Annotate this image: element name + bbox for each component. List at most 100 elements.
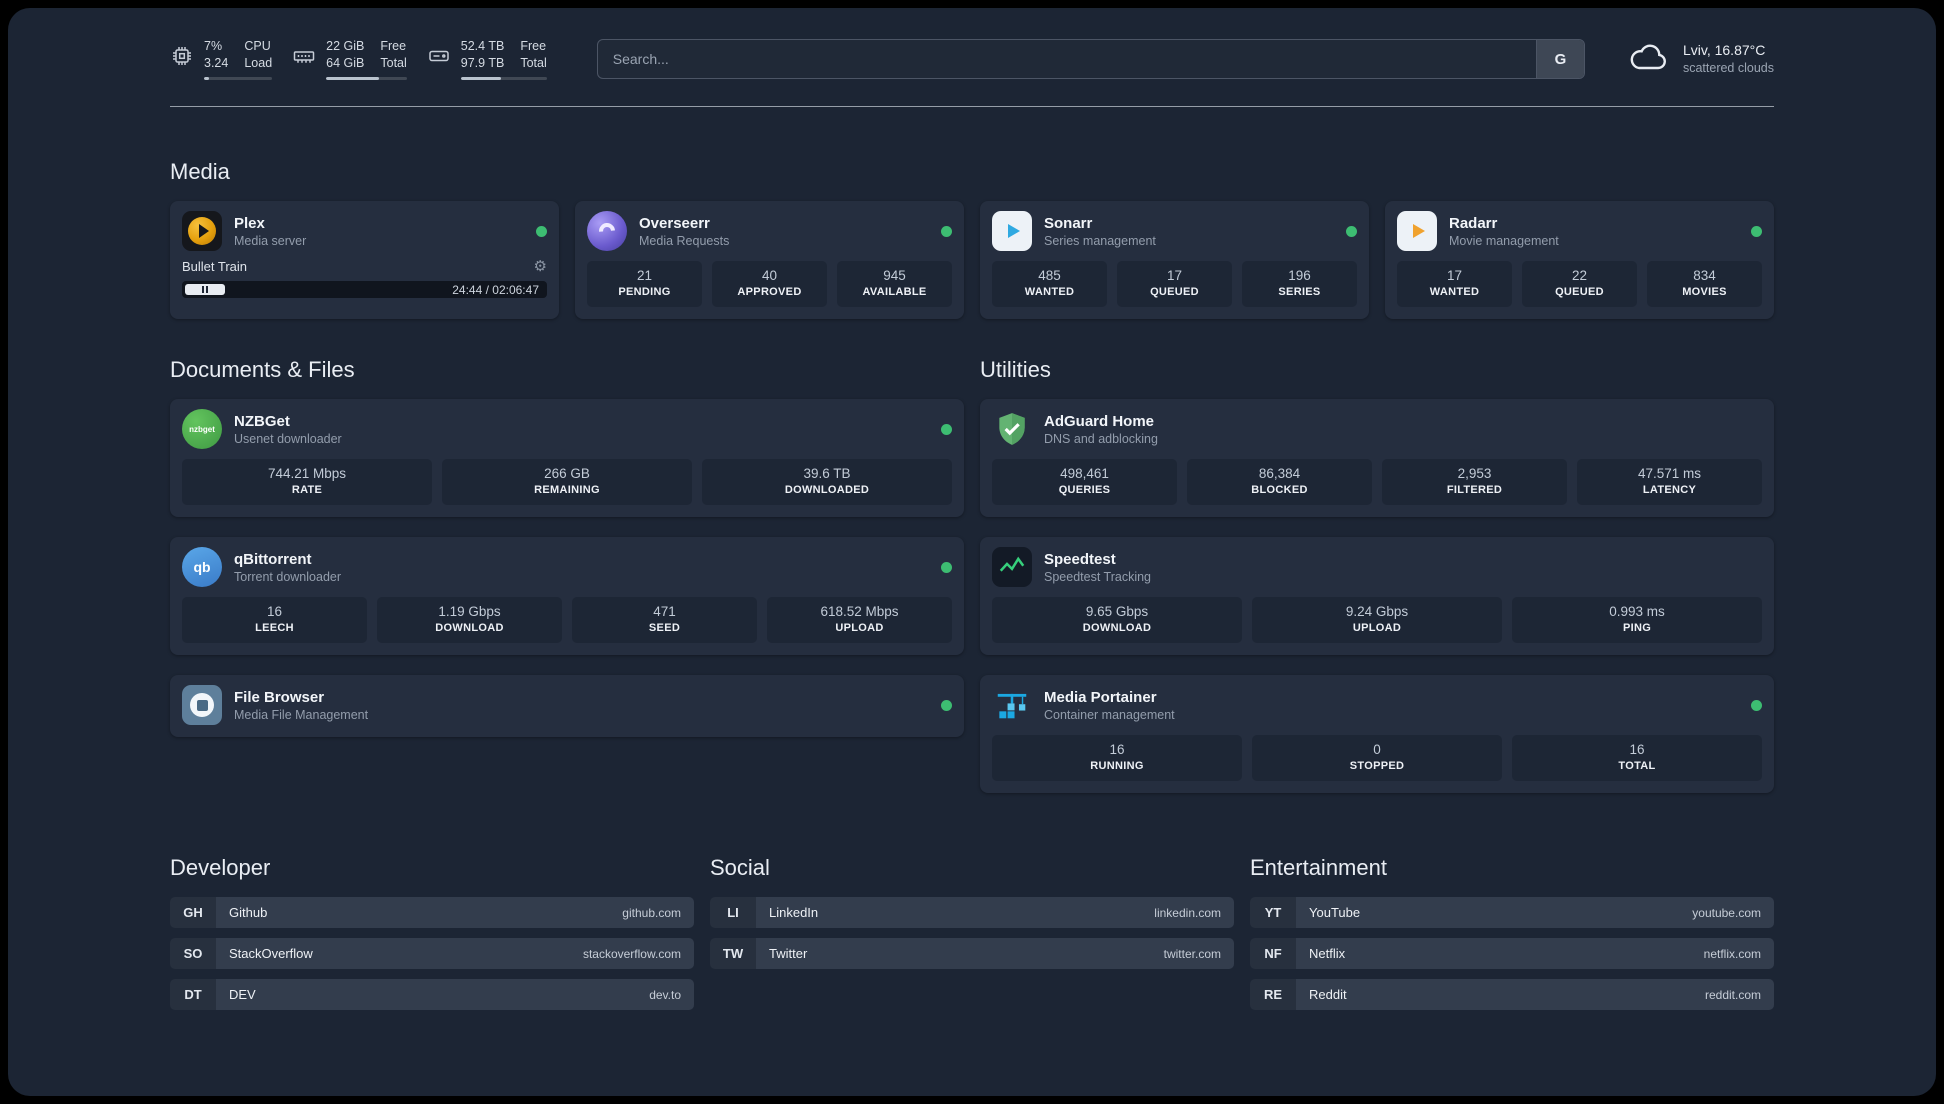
service-description: Media File Management (234, 707, 369, 722)
bookmark-netflix[interactable]: NF Netflix netflix.com (1250, 938, 1774, 969)
bookmark-group-entertainment: Entertainment YT YouTube youtube.com NF … (1250, 855, 1774, 1020)
stat-label: WANTED (1024, 286, 1075, 298)
stat-label: SERIES (1278, 286, 1321, 298)
stat-label: UPLOAD (1352, 622, 1402, 634)
disk-usage-bar (460, 77, 547, 80)
stat-tile: 16 RUNNING (992, 735, 1242, 781)
stat-label: FILTERED (1446, 484, 1503, 496)
gear-icon[interactable]: ⚙ (534, 259, 547, 274)
service-name: AdGuard Home (1044, 412, 1155, 430)
stat-label: BLOCKED (1251, 484, 1308, 496)
cpu-icon (170, 44, 194, 68)
weather-condition: scattered clouds (1682, 61, 1774, 75)
bookmark-abbr: YT (1250, 897, 1296, 928)
stat-value: 485 (1038, 268, 1061, 283)
stat-value: 21 (636, 268, 653, 283)
stat-tile: 1.19 Gbps DOWNLOAD (377, 597, 562, 643)
search-input[interactable] (597, 40, 1536, 78)
bookmark-youtube[interactable]: YT YouTube youtube.com (1250, 897, 1774, 928)
qbittorrent-icon: qb (182, 547, 222, 587)
service-description: Movie management (1449, 233, 1559, 248)
stat-tile: 485 WANTED (992, 261, 1107, 307)
stat-value: 0.993 ms (1609, 604, 1665, 619)
stat-value: 498,461 (1060, 466, 1109, 481)
stat-tile: 196 SERIES (1242, 261, 1357, 307)
service-name: Speedtest (1044, 550, 1116, 568)
stat-tile: 834 MOVIES (1647, 261, 1762, 307)
service-link-plex[interactable]: Plex Media server (182, 211, 547, 251)
memory-total-value: 64 GiB (326, 56, 365, 70)
bookmark-linkedin[interactable]: LI LinkedIn linkedin.com (710, 897, 1234, 928)
section-title-media: Media (170, 159, 230, 184)
service-description: DNS and adblocking (1044, 431, 1158, 446)
service-card-qbittorrent: qb qBittorrent Torrent downloader 16 LEE… (170, 537, 964, 655)
service-link-portainer[interactable]: Media Portainer Container management (992, 685, 1762, 725)
stat-value: 744.21 Mbps (267, 466, 347, 481)
bookmark-reddit[interactable]: RE Reddit reddit.com (1250, 979, 1774, 1010)
disk-total-value: 97.9 TB (460, 56, 505, 70)
service-name: Sonarr (1044, 214, 1093, 232)
service-name: qBittorrent (234, 550, 312, 568)
status-dot (536, 225, 547, 237)
bookmark-name: Github (229, 905, 268, 920)
now-playing-title: Bullet Train (182, 259, 248, 274)
bookmark-abbr: RE (1250, 979, 1296, 1010)
cpu-label: CPU (244, 39, 271, 53)
stat-label: QUEUED (1150, 286, 1199, 298)
stat-label: LATENCY (1642, 484, 1697, 496)
stat-label: TOTAL (1618, 760, 1656, 772)
dashboard-panel: 7% 3.24 CPU Load 22 GiB 64 GiB Free Tota… (8, 8, 1936, 1096)
top-divider (170, 106, 1774, 107)
bookmark-github[interactable]: GH Github github.com (170, 897, 694, 928)
service-description: Media Requests (639, 233, 730, 248)
stat-label: REMAINING (534, 484, 600, 496)
playback-progress-bar[interactable]: 24:44 / 02:06:47 (182, 281, 547, 298)
stat-label: APPROVED (737, 286, 802, 298)
section-documents: Documents & Files nzbget NZBGet Usenet d… (170, 357, 964, 737)
status-dot (941, 225, 952, 237)
stat-value: 618.52 Mbps (820, 604, 899, 619)
bookmark-url: linkedin.com (1154, 905, 1221, 920)
service-link-filebrowser[interactable]: File Browser Media File Management (182, 685, 952, 725)
service-link-qbittorrent[interactable]: qb qBittorrent Torrent downloader (182, 547, 952, 587)
service-link-radarr[interactable]: Radarr Movie management (1397, 211, 1762, 251)
bookmark-url: twitter.com (1163, 946, 1221, 961)
stat-value: 196 (1288, 268, 1311, 283)
status-dot (941, 423, 952, 435)
stat-value: 266 GB (544, 466, 590, 481)
bookmark-url: youtube.com (1692, 905, 1761, 920)
service-card-radarr: Radarr Movie management 17 WANTED 22 QUE… (1385, 201, 1774, 319)
bookmark-url: stackoverflow.com (582, 946, 681, 961)
search-provider-button[interactable]: G (1535, 40, 1584, 78)
status-dot (1346, 225, 1357, 237)
stat-label: WANTED (1429, 286, 1480, 298)
pause-button[interactable] (185, 284, 226, 295)
service-link-sonarr[interactable]: Sonarr Series management (992, 211, 1357, 251)
overseerr-icon (587, 211, 627, 251)
bookmark-dev[interactable]: DT DEV dev.to (170, 979, 694, 1010)
status-dot (1751, 699, 1762, 711)
bookmark-name: YouTube (1309, 905, 1361, 920)
memory-total-label: Total (380, 56, 407, 70)
service-link-speedtest[interactable]: Speedtest Speedtest Tracking (992, 547, 1762, 587)
stat-tile: 16 TOTAL (1512, 735, 1762, 781)
stat-tile: 86,384 BLOCKED (1187, 459, 1372, 505)
service-link-adguard[interactable]: AdGuard Home DNS and adblocking (992, 409, 1762, 449)
stat-tile: 471 SEED (572, 597, 757, 643)
bookmark-name: Netflix (1309, 946, 1346, 961)
bookmark-abbr: NF (1250, 938, 1296, 969)
filebrowser-icon (182, 685, 222, 725)
service-link-overseerr[interactable]: Overseerr Media Requests (587, 211, 952, 251)
playback-time: 24:44 / 02:06:47 (452, 282, 539, 297)
service-name: NZBGet (234, 412, 290, 430)
service-link-nzbget[interactable]: nzbget NZBGet Usenet downloader (182, 409, 952, 449)
stat-value: 2,953 (1457, 466, 1492, 481)
bookmark-name: Reddit (1309, 987, 1347, 1002)
bookmark-stackoverflow[interactable]: SO StackOverflow stackoverflow.com (170, 938, 694, 969)
bookmark-twitter[interactable]: TW Twitter twitter.com (710, 938, 1234, 969)
screen-frame: 7% 3.24 CPU Load 22 GiB 64 GiB Free Tota… (0, 0, 1944, 1104)
service-card-portainer: Media Portainer Container management 16 … (980, 675, 1774, 793)
disk-resource-widget: 52.4 TB 97.9 TB Free Total (427, 38, 547, 80)
section-title-entertainment: Entertainment (1250, 855, 1387, 880)
stat-value: 834 (1693, 268, 1716, 283)
